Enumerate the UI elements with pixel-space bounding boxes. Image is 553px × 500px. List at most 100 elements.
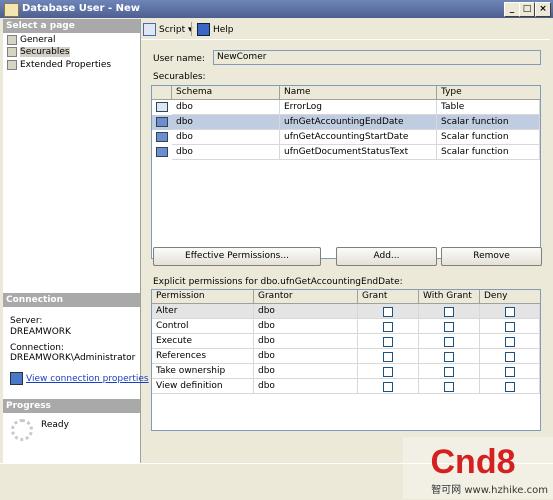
add-button[interactable]: Add... (336, 247, 437, 266)
table-row[interactable]: Take ownership dbo (152, 364, 540, 379)
deny-checkbox[interactable] (505, 322, 515, 332)
page-icon (7, 34, 17, 45)
grant-checkbox[interactable] (383, 322, 393, 332)
sidebar-item-extended-properties[interactable]: Extended Properties (7, 59, 111, 71)
grant-checkbox[interactable] (383, 337, 393, 347)
grant-checkbox[interactable] (383, 367, 393, 377)
maximize-button[interactable]: □ (519, 2, 535, 17)
script-label: Script (159, 25, 186, 35)
cell-with-grant (419, 334, 480, 349)
cell-type: Scalar function (437, 145, 540, 160)
table-row[interactable]: View definition dbo (152, 379, 540, 394)
sidebar: Select a page General Securables Extende… (3, 19, 149, 463)
column-header-with-grant[interactable]: With Grant (419, 290, 480, 304)
column-header-grantor[interactable]: Grantor (254, 290, 358, 304)
help-button[interactable]: Help (197, 23, 234, 36)
table-icon (156, 102, 168, 112)
toolbar: Script ▾ Help (141, 19, 550, 40)
securables-label: Securables: (153, 72, 206, 82)
sidebar-item-general[interactable]: General (7, 34, 55, 46)
cell-schema: dbo (172, 100, 280, 115)
table-row[interactable]: dbo ErrorLog Table (152, 100, 540, 115)
with-grant-checkbox[interactable] (444, 367, 454, 377)
deny-checkbox[interactable] (505, 337, 515, 347)
minimize-button[interactable]: _ (504, 2, 520, 17)
column-header-schema[interactable]: Schema (172, 86, 280, 100)
with-grant-checkbox[interactable] (444, 307, 454, 317)
table-row[interactable]: References dbo (152, 349, 540, 364)
cell-grant (358, 364, 419, 379)
cell-permission: References (152, 349, 254, 364)
with-grant-checkbox[interactable] (444, 322, 454, 332)
with-grant-checkbox[interactable] (444, 382, 454, 392)
cell-name: ufnGetAccountingEndDate (280, 115, 437, 130)
connection-header: Connection (3, 293, 140, 307)
function-icon (156, 117, 168, 127)
help-icon (197, 23, 210, 36)
permissions-grid[interactable]: Permission Grantor Grant With Grant Deny… (151, 289, 541, 431)
column-header-name[interactable]: Name (280, 86, 437, 100)
grant-checkbox[interactable] (383, 382, 393, 392)
deny-checkbox[interactable] (505, 307, 515, 317)
cell-grant (358, 379, 419, 394)
cell-deny (480, 364, 540, 379)
cell-grantor: dbo (254, 304, 358, 319)
close-button[interactable]: × (535, 2, 551, 17)
cell-schema: dbo (172, 115, 280, 130)
table-row[interactable]: dbo ufnGetDocumentStatusText Scalar func… (152, 145, 540, 160)
cell-type: Scalar function (437, 130, 540, 145)
deny-checkbox[interactable] (505, 367, 515, 377)
app-icon (4, 3, 19, 17)
with-grant-checkbox[interactable] (444, 352, 454, 362)
user-name-field[interactable]: NewComer (213, 50, 541, 65)
cell-grant (358, 349, 419, 364)
column-header-permission[interactable]: Permission (152, 290, 254, 304)
cell-deny (480, 379, 540, 394)
table-row[interactable]: dbo ufnGetAccountingEndDate Scalar funct… (152, 115, 540, 130)
cell-with-grant (419, 364, 480, 379)
cell-permission: Take ownership (152, 364, 254, 379)
table-row[interactable]: Alter dbo (152, 304, 540, 319)
site-watermark: Cnd8 智可网 www.hzhike.com (403, 437, 553, 499)
cell-name: ufnGetDocumentStatusText (280, 145, 437, 160)
connection-properties-icon (10, 372, 23, 385)
cell-with-grant (419, 319, 480, 334)
remove-button[interactable]: Remove (441, 247, 542, 266)
toolbar-separator (191, 22, 192, 36)
cell-permission: Execute (152, 334, 254, 349)
grant-checkbox[interactable] (383, 307, 393, 317)
effective-permissions-button[interactable]: Effective Permissions... (153, 247, 321, 266)
sidebar-item-label: General (20, 35, 56, 45)
column-header-deny[interactable]: Deny (480, 290, 540, 304)
table-row[interactable]: dbo ufnGetAccountingStartDate Scalar fun… (152, 130, 540, 145)
cell-deny (480, 349, 540, 364)
table-row[interactable]: Control dbo (152, 319, 540, 334)
cell-permission: View definition (152, 379, 254, 394)
connection-label: Connection: (10, 343, 64, 353)
sidebar-item-securables[interactable]: Securables (7, 46, 70, 58)
page-icon (7, 46, 17, 57)
securables-grid[interactable]: Schema Name Type dbo ErrorLog Table dbo … (151, 85, 541, 259)
script-icon (143, 23, 156, 36)
watermark-site: 智可网 www.hzhike.com (431, 483, 548, 496)
cell-name: ErrorLog (280, 100, 437, 115)
function-icon (156, 147, 168, 157)
progress-status: Ready (41, 420, 69, 430)
cell-type: Scalar function (437, 115, 540, 130)
grid-header-icon (152, 86, 172, 100)
window-title: Database User - New (22, 3, 140, 14)
column-header-grant[interactable]: Grant (358, 290, 419, 304)
cell-grantor: dbo (254, 319, 358, 334)
sidebar-item-label: Securables (20, 47, 70, 57)
deny-checkbox[interactable] (505, 382, 515, 392)
deny-checkbox[interactable] (505, 352, 515, 362)
grant-checkbox[interactable] (383, 352, 393, 362)
help-label: Help (213, 25, 234, 35)
with-grant-checkbox[interactable] (444, 337, 454, 347)
table-row[interactable]: Execute dbo (152, 334, 540, 349)
page-icon (7, 59, 17, 70)
view-connection-link[interactable]: View connection properties (10, 372, 149, 385)
column-header-type[interactable]: Type (437, 86, 540, 100)
script-button[interactable]: Script ▾ (143, 23, 193, 36)
server-label: Server: (10, 316, 43, 326)
